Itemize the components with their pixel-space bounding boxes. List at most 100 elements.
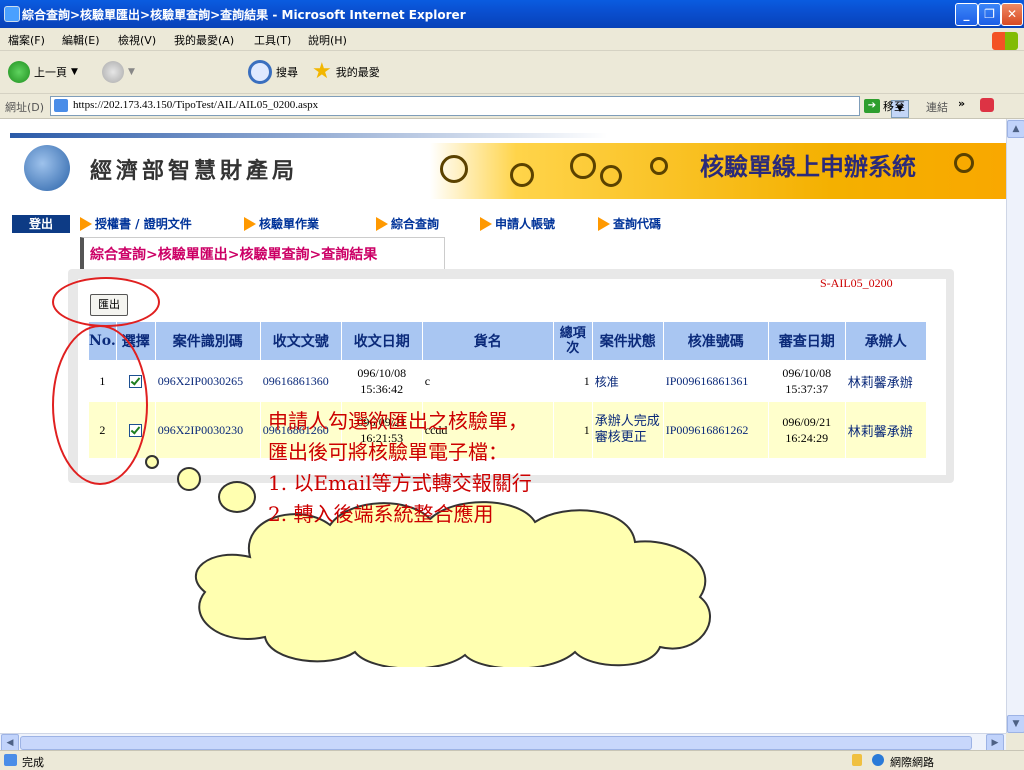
decorative-circle-icon — [440, 155, 468, 183]
col-handler: 承辦人 — [844, 321, 927, 361]
thought-bubble-dot — [145, 455, 159, 469]
address-bar: 網址(D) https://202.173.43.150/TipoTest/AI… — [0, 94, 1024, 119]
go-arrow-icon: ➔ — [864, 99, 880, 113]
cell-status: 承辦人完成審核更正 — [591, 401, 664, 459]
nav-arrow-icon — [480, 216, 492, 231]
address-url: https://202.173.43.150/TipoTest/AIL/AIL0… — [73, 99, 319, 111]
col-doc-no: 收文文號 — [259, 321, 342, 361]
table-header-row: No. 選擇 案件識別碼 收文文號 收文日期 貨名 總項次 案件狀態 核准號碼 … — [88, 321, 927, 361]
cell-doc-no: 09616861360 — [259, 360, 342, 402]
address-label: 網址(D) — [5, 101, 45, 114]
nav-authorization[interactable]: 授權書 / 證明文件 — [80, 215, 192, 232]
menu-view[interactable]: 檢視(V) — [118, 32, 156, 48]
search-icon — [248, 60, 272, 84]
cell-case-id[interactable]: 096X2IP0030265 — [154, 360, 261, 402]
logout-button[interactable]: 登出 — [12, 215, 70, 233]
menu-help[interactable]: 說明(H) — [308, 32, 347, 48]
nav-applicant-account[interactable]: 申請人帳號 — [480, 215, 555, 232]
window-title-bar: 綜合查詢>核驗單匯出>核驗單查詢>查詢結果 - Microsoft Intern… — [0, 0, 1024, 28]
col-total-items: 總項次 — [552, 321, 593, 361]
nav-arrow-icon — [80, 216, 92, 231]
globe-icon — [872, 754, 884, 766]
vertical-scrollbar[interactable]: ▲ ▼ — [1006, 119, 1024, 733]
col-status: 案件狀態 — [591, 321, 664, 361]
col-approval-no: 核准號碼 — [662, 321, 769, 361]
breadcrumb: 綜合查詢>核驗單匯出>核驗單查詢>查詢結果 — [90, 247, 378, 263]
chevron-right-icon[interactable]: » — [958, 97, 965, 110]
forward-arrow-icon — [102, 61, 124, 83]
cell-handler: 林莉馨承辦 — [844, 401, 927, 459]
callout-text: 申請人勾選欲匯出之核驗單， 匯出後可將核驗單電子檔： 1. 以Email等方式轉… — [268, 409, 532, 526]
col-goods: 貨名 — [421, 321, 554, 361]
window-title: 綜合查詢>核驗單匯出>核驗單查詢>查詢結果 - Microsoft Intern… — [22, 8, 466, 22]
page-icon — [54, 99, 68, 112]
menu-edit[interactable]: 編輯(E) — [62, 32, 100, 48]
menu-tools[interactable]: 工具(T) — [254, 32, 291, 48]
col-recv-date: 收文日期 — [340, 321, 423, 361]
cell-review-date: 096/10/08 15:37:37 — [767, 360, 846, 402]
cell-approval-no: IP009616861262 — [662, 401, 769, 459]
decorative-circle-icon — [954, 153, 974, 173]
decorative-circle-icon — [510, 163, 534, 187]
header-banner: 經濟部智慧財產局 核驗單線上申辦系統 — [10, 133, 1006, 199]
system-name: 核驗單線上申辦系統 — [700, 152, 916, 181]
menu-file[interactable]: 檔案(F) — [8, 32, 45, 48]
col-review-date: 審查日期 — [767, 321, 846, 361]
horizontal-scroll-thumb[interactable] — [20, 736, 972, 750]
nav-arrow-icon — [376, 216, 388, 231]
cell-status: 核准 — [591, 360, 664, 402]
cell-approval-no: IP009616861361 — [662, 360, 769, 402]
tipo-logo-icon — [24, 145, 70, 191]
addon-icon[interactable] — [980, 98, 994, 112]
cell-review-date: 096/09/21 16:24:29 — [767, 401, 846, 459]
address-input[interactable]: https://202.173.43.150/TipoTest/AIL/AIL0… — [50, 96, 909, 118]
cell-handler: 林莉馨承辦 — [844, 360, 927, 402]
nav-verification[interactable]: 核驗單作業 — [244, 215, 319, 232]
windows-logo-icon — [992, 32, 1018, 50]
table-row: 1 096X2IP0030265 09616861360 096/10/08 1… — [88, 360, 927, 402]
menu-favorites[interactable]: 我的最愛(A) — [174, 32, 234, 48]
favorites-button[interactable]: ★ 我的最愛 — [312, 59, 380, 85]
decorative-circle-icon — [650, 157, 668, 175]
cell-total-items: 1 — [552, 401, 593, 459]
back-arrow-icon — [8, 61, 30, 83]
close-button[interactable]: ✕ — [1001, 3, 1023, 26]
annotation-ring-select — [52, 325, 148, 485]
back-button[interactable]: 上一頁 ▼ — [8, 59, 78, 85]
lock-icon — [852, 754, 862, 766]
status-bar: 完成 網際網路 — [0, 750, 1024, 769]
toolbar: 上一頁 ▼ ▼ 搜尋 ★ 我的最愛 — [0, 51, 1024, 133]
nav-arrow-icon — [244, 216, 256, 231]
scroll-down-icon[interactable]: ▼ — [1007, 715, 1024, 733]
forward-button[interactable]: ▼ — [102, 59, 135, 85]
search-button[interactable]: 搜尋 — [248, 59, 298, 85]
col-case-id: 案件識別碼 — [154, 321, 261, 361]
agency-name: 經濟部智慧財產局 — [90, 158, 299, 184]
cell-case-id[interactable]: 096X2IP0030230 — [154, 401, 261, 459]
nav-query[interactable]: 綜合查詢 — [376, 215, 439, 232]
nav-arrow-icon — [598, 216, 610, 231]
maximize-button[interactable]: ❐ — [978, 3, 1001, 26]
links-label[interactable]: 連結 — [926, 99, 948, 115]
horizontal-scrollbar[interactable]: ◀ ▶ — [0, 733, 1006, 752]
menu-bar: 檔案(F) 編輯(E) 檢視(V) 我的最愛(A) 工具(T) 說明(H) — [0, 28, 1024, 51]
cell-total-items: 1 — [552, 360, 593, 402]
banner-stripe — [10, 133, 1006, 138]
minimize-button[interactable]: _ — [955, 3, 978, 26]
scroll-up-icon[interactable]: ▲ — [1007, 120, 1024, 138]
decorative-circle-icon — [600, 165, 622, 187]
forward-dropdown-icon[interactable]: ▼ — [128, 67, 135, 77]
back-dropdown-icon[interactable]: ▼ — [71, 67, 78, 77]
ie-icon — [4, 6, 20, 22]
status-page-icon — [4, 754, 17, 766]
annotation-ring-export — [52, 277, 160, 327]
decorative-circle-icon — [570, 153, 596, 179]
thought-bubble-dot — [177, 467, 201, 491]
page-tab: 綜合查詢>核驗單匯出>核驗單查詢>查詢結果 — [80, 237, 445, 270]
cell-goods: c — [421, 360, 554, 402]
nav-query-code[interactable]: 查詢代碼 — [598, 215, 661, 232]
cell-recv-date: 096/10/08 15:36:42 — [340, 360, 423, 402]
star-icon: ★ — [312, 59, 332, 84]
page-id: S-AIL05_0200 — [820, 276, 893, 290]
go-button[interactable]: ➔ 移至 — [864, 98, 905, 114]
